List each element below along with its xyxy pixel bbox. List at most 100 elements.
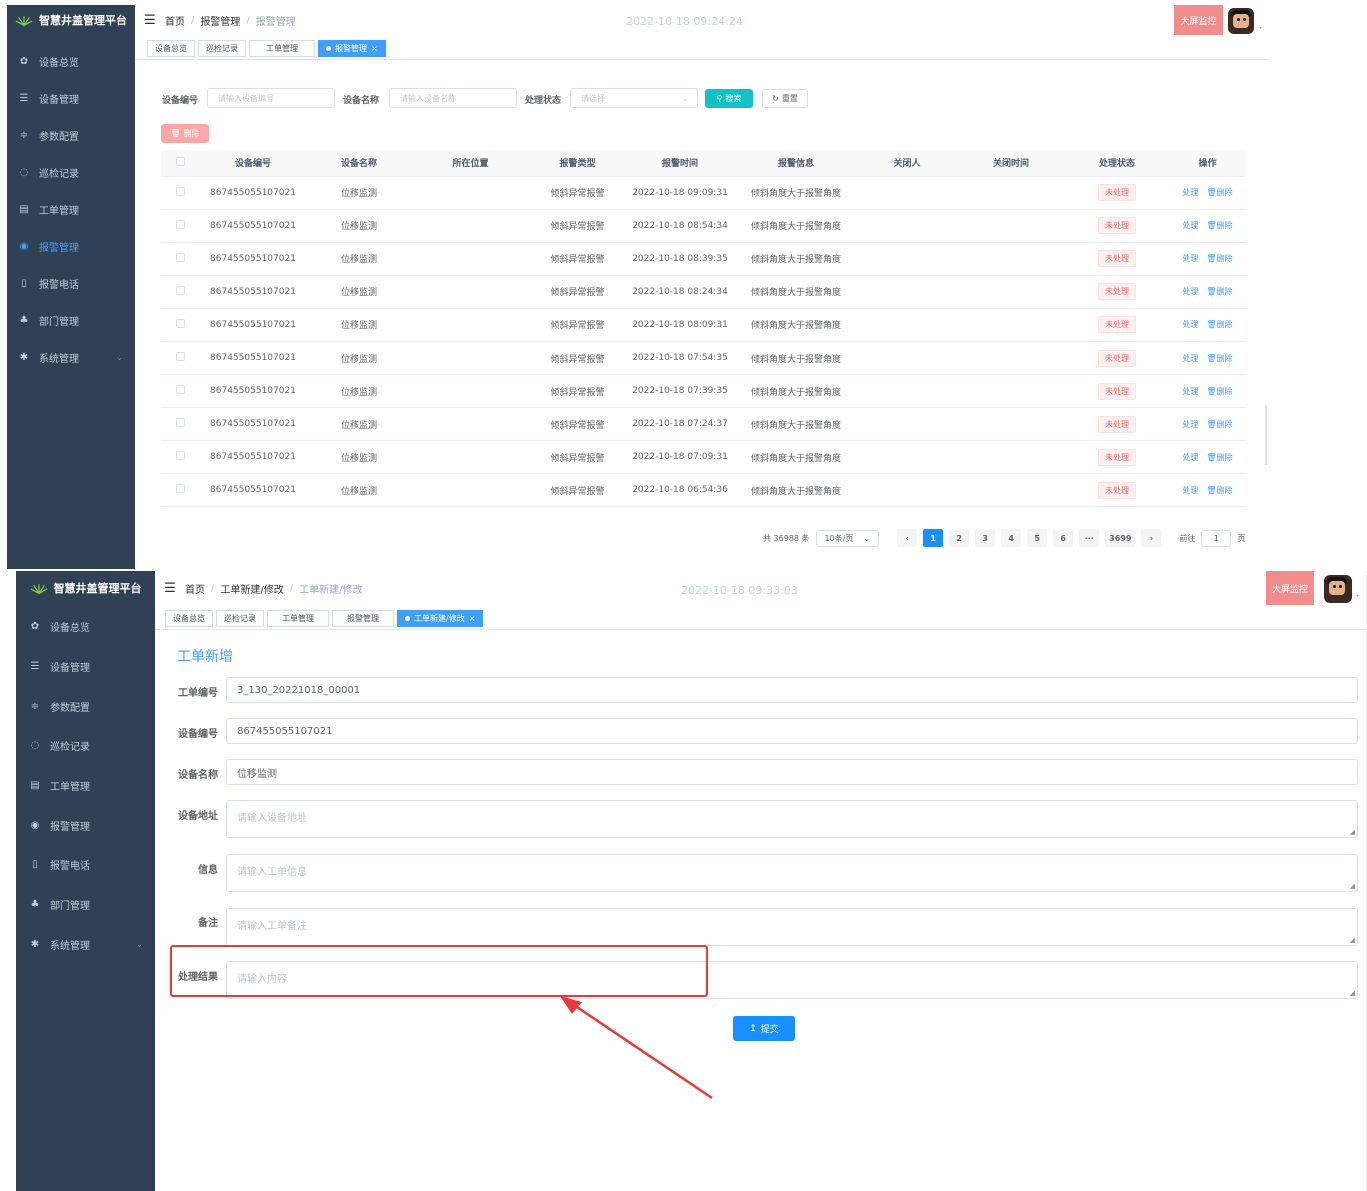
hamburger-icon[interactable]: ☰ xyxy=(135,13,165,28)
row-checkbox[interactable] xyxy=(161,242,199,276)
sidebar-item-overview[interactable]: ✿ 设备总览 xyxy=(16,607,155,647)
tab-workorders[interactable]: 工单管理 xyxy=(267,610,329,627)
sidebar-item-inspection[interactable]: ◌ 巡检记录 xyxy=(7,154,135,191)
checkbox[interactable] xyxy=(175,186,185,196)
handle-link[interactable]: 处理 xyxy=(1182,387,1198,396)
select-all-checkbox[interactable] xyxy=(161,150,199,177)
sidebar-item-system[interactable]: ✱ 系统管理 ⌄ xyxy=(16,925,155,965)
page-1[interactable]: 1 xyxy=(923,529,944,547)
bigscreen-monitor-button[interactable]: 大屏监控 xyxy=(1266,571,1314,605)
page-3[interactable]: 3 xyxy=(975,529,996,547)
breadcrumb-home[interactable]: 首页 xyxy=(185,581,205,596)
tab-overview[interactable]: 设备总览 xyxy=(147,40,195,57)
delete-link[interactable]: 🗑删除 xyxy=(1206,453,1232,462)
delete-link[interactable]: 🗑删除 xyxy=(1206,420,1232,429)
resize-handle-icon[interactable]: ◢ xyxy=(1350,828,1355,836)
device-no-input[interactable]: 867455055107021 xyxy=(226,718,1358,744)
sidebar-item-devices[interactable]: ☰ 设备管理 xyxy=(7,80,135,117)
address-textarea[interactable]: 请输入设备地址 ◢ xyxy=(226,800,1358,838)
row-checkbox[interactable] xyxy=(161,341,199,376)
close-icon[interactable]: × xyxy=(469,614,476,623)
row-checkbox[interactable] xyxy=(161,275,199,309)
sidebar-item-params[interactable]: ≑ 参数配置 xyxy=(16,686,155,726)
checkbox[interactable] xyxy=(175,385,185,395)
row-checkbox[interactable] xyxy=(161,374,199,409)
row-checkbox[interactable] xyxy=(161,440,199,475)
user-avatar[interactable] xyxy=(1228,8,1254,34)
order-no-input[interactable]: 3_130_20221018_00001 xyxy=(226,677,1358,703)
sidebar-item-alarms[interactable]: ◉ 报警管理 xyxy=(7,228,135,265)
handle-link[interactable]: 处理 xyxy=(1182,486,1198,495)
tab-workorders[interactable]: 工单管理 xyxy=(249,40,315,57)
handle-link[interactable]: 处理 xyxy=(1182,354,1198,363)
page-4[interactable]: 4 xyxy=(1001,529,1022,547)
checkbox[interactable] xyxy=(175,451,185,461)
tab-alarms[interactable]: 报警管理 xyxy=(332,610,394,627)
search-button[interactable]: ⚲ 搜索 xyxy=(705,89,753,108)
resize-handle-icon[interactable]: ◢ xyxy=(1350,882,1355,890)
page-size-select[interactable]: 10条/页 ⌄ xyxy=(815,529,880,547)
tab-overview[interactable]: 设备总览 xyxy=(165,610,213,627)
checkbox[interactable] xyxy=(175,318,185,328)
handle-link[interactable]: 处理 xyxy=(1182,221,1198,230)
goto-page-input[interactable]: 1 xyxy=(1201,529,1232,547)
sidebar-item-departments[interactable]: ♣ 部门管理 xyxy=(7,302,135,339)
user-menu-caret-icon[interactable]: ˯ xyxy=(1356,587,1359,598)
submit-button[interactable]: ↥ 提交 xyxy=(733,1016,795,1041)
scrollbar[interactable] xyxy=(1265,405,1267,465)
resize-handle-icon[interactable]: ◢ xyxy=(1350,989,1355,997)
status-select[interactable]: 请选择 ⌄ xyxy=(570,88,698,108)
breadcrumb-parent[interactable]: 工单新建/修改 xyxy=(220,581,283,596)
page-6[interactable]: 6 xyxy=(1053,529,1074,547)
device-name-input[interactable]: 位移监测 xyxy=(226,759,1358,785)
handle-link[interactable]: 处理 xyxy=(1182,188,1198,197)
sidebar-item-inspection[interactable]: ◌ 巡检记录 xyxy=(16,726,155,766)
row-checkbox[interactable] xyxy=(161,308,199,342)
page-ellipsis[interactable]: ··· xyxy=(1079,529,1100,547)
sidebar-item-alarm-phone[interactable]: ▯ 报警电话 xyxy=(16,845,155,885)
row-checkbox[interactable] xyxy=(161,176,199,210)
sidebar-item-params[interactable]: ≑ 参数配置 xyxy=(7,117,135,154)
delete-link[interactable]: 🗑删除 xyxy=(1206,354,1232,363)
delete-link[interactable]: 🗑删除 xyxy=(1206,287,1232,296)
sidebar-item-alarm-phone[interactable]: ▯ 报警电话 xyxy=(7,265,135,302)
checkbox[interactable] xyxy=(175,285,185,295)
delete-link[interactable]: 🗑删除 xyxy=(1206,486,1232,495)
delete-link[interactable]: 🗑删除 xyxy=(1206,254,1232,263)
user-avatar[interactable] xyxy=(1324,575,1352,603)
checkbox[interactable] xyxy=(175,352,185,362)
delete-link[interactable]: 🗑删除 xyxy=(1206,320,1232,329)
handle-link[interactable]: 处理 xyxy=(1182,320,1198,329)
handle-link[interactable]: 处理 xyxy=(1182,453,1198,462)
remark-textarea[interactable]: 请输入工单备注 ◢ xyxy=(226,908,1358,946)
sidebar-item-departments[interactable]: ♣ 部门管理 xyxy=(16,885,155,925)
sidebar-item-workorders[interactable]: ▤ 工单管理 xyxy=(16,766,155,806)
sidebar-item-workorders[interactable]: ▤ 工单管理 xyxy=(7,191,135,228)
device-name-input[interactable]: 请输入设备名称 xyxy=(389,88,517,108)
tab-inspection[interactable]: 巡检记录 xyxy=(216,610,264,627)
delete-link[interactable]: 🗑删除 xyxy=(1206,387,1232,396)
tab-alarms[interactable]: 报警管理 × xyxy=(318,40,386,57)
page-2[interactable]: 2 xyxy=(949,529,970,547)
device-no-input[interactable]: 请输入设备编号 xyxy=(207,88,335,108)
handle-link[interactable]: 处理 xyxy=(1182,420,1198,429)
tab-inspection[interactable]: 巡检记录 xyxy=(198,40,246,57)
checkbox[interactable] xyxy=(175,252,185,262)
next-page-button[interactable]: › xyxy=(1141,529,1162,547)
tab-workorder-edit[interactable]: 工单新建/修改 × xyxy=(397,610,484,627)
resize-handle-icon[interactable]: ◢ xyxy=(1350,936,1355,944)
delete-button[interactable]: 🗑 删除 xyxy=(161,124,209,143)
info-textarea[interactable]: 请输入工单信息 ◢ xyxy=(226,854,1358,892)
row-checkbox[interactable] xyxy=(161,209,199,243)
delete-link[interactable]: 🗑删除 xyxy=(1206,221,1232,230)
delete-link[interactable]: 🗑删除 xyxy=(1206,188,1232,197)
handle-link[interactable]: 处理 xyxy=(1182,254,1198,263)
sidebar-item-devices[interactable]: ☰ 设备管理 xyxy=(16,647,155,687)
row-checkbox[interactable] xyxy=(161,407,199,442)
checkbox[interactable] xyxy=(175,484,185,494)
breadcrumb-parent[interactable]: 报警管理 xyxy=(200,13,240,28)
checkbox[interactable] xyxy=(175,219,185,229)
checkbox[interactable] xyxy=(175,418,185,428)
reset-button[interactable]: ↻ 重置 xyxy=(762,89,808,108)
prev-page-button[interactable]: ‹ xyxy=(897,529,918,547)
